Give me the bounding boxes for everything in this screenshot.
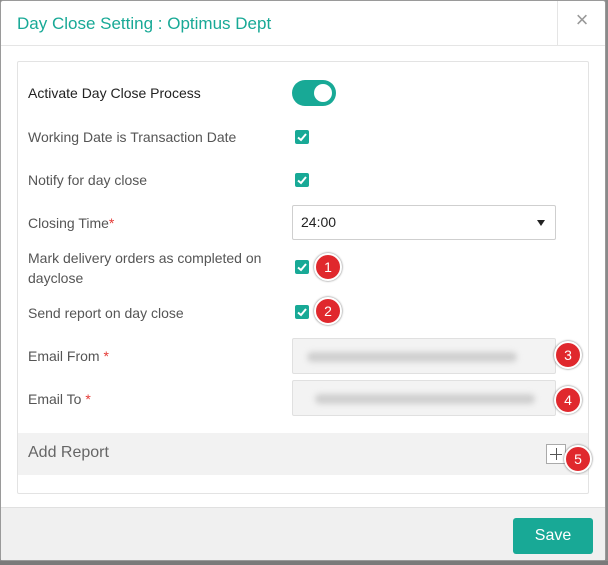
annotation-badge-2: 2 (314, 297, 342, 325)
send-report-label: Send report on day close (28, 305, 184, 321)
mark-delivery-label-line2: dayclose (28, 270, 84, 286)
mark-delivery-checkbox[interactable] (295, 260, 309, 274)
checkmark-icon (297, 176, 307, 185)
caret-down-icon (537, 220, 545, 226)
modal-header: Day Close Setting : Optimus Dept × (1, 1, 605, 46)
email-to-label-text: Email To (28, 391, 82, 407)
annotation-badge-4: 4 (554, 386, 582, 414)
redacted-email (315, 394, 535, 404)
closing-time-label-text: Closing Time (28, 215, 109, 231)
add-report-button[interactable] (546, 444, 566, 464)
add-report-label: Add Report (28, 444, 109, 461)
activate-day-close-label: Activate Day Close Process (28, 85, 201, 101)
toggle-knob (314, 84, 332, 102)
email-to-input[interactable] (292, 380, 556, 416)
working-date-label: Working Date is Transaction Date (28, 129, 237, 145)
required-mark: * (85, 391, 91, 407)
annotation-badge-1: 1 (314, 253, 342, 281)
checkmark-icon (297, 308, 307, 317)
closing-time-value: 24:00 (301, 214, 337, 230)
required-mark: * (108, 215, 115, 231)
mark-delivery-label-line1: Mark delivery orders as completed on (28, 250, 262, 266)
email-to-label: Email To * (28, 389, 91, 409)
settings-card: Activate Day Close Process Working Date … (17, 61, 592, 494)
checkmark-icon (297, 263, 307, 272)
activate-day-close-toggle[interactable] (292, 80, 336, 106)
required-mark: * (103, 348, 109, 364)
background-strip (0, 561, 608, 565)
notify-day-close-checkbox[interactable] (295, 173, 309, 187)
close-button[interactable]: × (557, 1, 605, 45)
annotation-badge-3: 3 (554, 341, 582, 369)
close-icon[interactable]: × (558, 9, 606, 31)
closing-time-label: Closing Time* (28, 213, 114, 233)
email-from-label: Email From * (28, 346, 109, 366)
email-from-input[interactable] (292, 338, 556, 374)
checkmark-icon (297, 133, 307, 142)
closing-time-select[interactable]: 24:00 (292, 205, 556, 240)
send-report-checkbox[interactable] (295, 305, 309, 319)
save-button[interactable]: Save (513, 518, 593, 554)
day-close-setting-modal: Day Close Setting : Optimus Dept × Activ… (0, 0, 606, 561)
email-from-label-text: Email From (28, 348, 100, 364)
plus-icon-vertical (556, 448, 557, 460)
modal-footer: Save (1, 507, 605, 560)
modal-title: Day Close Setting : Optimus Dept (17, 14, 272, 33)
annotation-badge-5: 5 (564, 445, 592, 473)
working-date-checkbox[interactable] (295, 130, 309, 144)
notify-day-close-label: Notify for day close (28, 172, 148, 188)
add-report-section: Add Report 5 (18, 433, 592, 475)
redacted-email (307, 352, 517, 362)
